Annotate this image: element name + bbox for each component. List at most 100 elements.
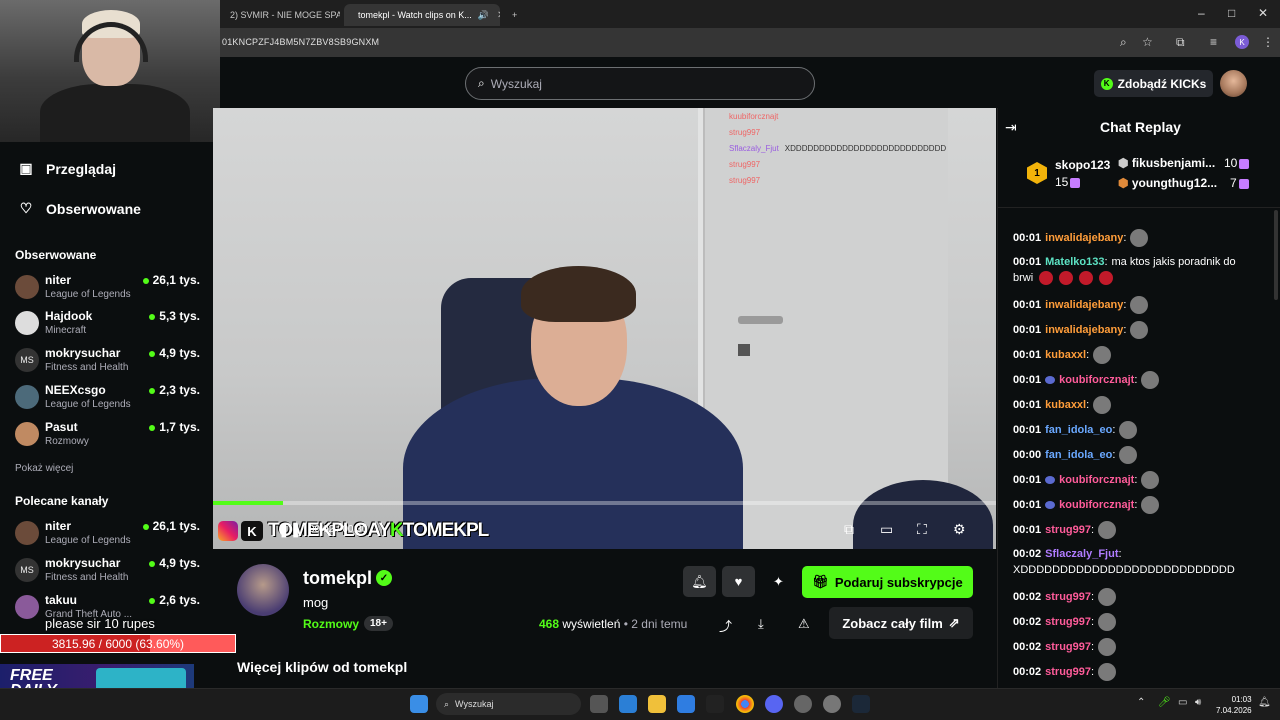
- app-icon-2[interactable]: [794, 695, 812, 713]
- message-username[interactable]: koubiforcznajt: [1059, 474, 1134, 486]
- sidebar-channel-pasut[interactable]: Pasut Rozmowy 1,7 tys.: [15, 420, 200, 454]
- sidebar-channel-neexcsgo[interactable]: NEEXcsgo League of Legends 2,3 tys.: [15, 383, 200, 417]
- extensions-icon[interactable]: ⧉: [1176, 35, 1185, 50]
- message-username[interactable]: kubaxxl: [1045, 399, 1086, 411]
- message-colon: :: [1091, 640, 1095, 653]
- message-username[interactable]: koubiforcznajt: [1059, 374, 1134, 386]
- video-player[interactable]: kuubiforcznajt strug997 Sflaczaly_Fjut XD…: [213, 108, 996, 549]
- sidebar-channel-mokrysuchar[interactable]: MS mokrysuchar Fitness and Health 4,9 ty…: [15, 346, 200, 380]
- chat-scrollbar[interactable]: [1274, 210, 1278, 300]
- theater-mode-icon[interactable]: ▭: [880, 521, 893, 538]
- file-explorer-icon[interactable]: [648, 695, 666, 713]
- top-gifter-1-count: 15: [1055, 175, 1081, 189]
- system-clock[interactable]: 01:03 7.04.2026: [1216, 694, 1252, 716]
- microphone-icon[interactable]: 🎤︎: [1158, 697, 1171, 708]
- chat-message: 00:02 strug997:: [1013, 663, 1258, 681]
- bookmark-star-icon[interactable]: ☆: [1142, 35, 1153, 49]
- pause-icon[interactable]: ❚❚: [278, 521, 301, 538]
- menu-icon[interactable]: ⋮: [1262, 35, 1274, 49]
- url-text[interactable]: 01KNCPZFJ4BM5N7ZBV8SB9GNXM: [222, 37, 379, 47]
- message-username[interactable]: strug997: [1045, 524, 1091, 536]
- message-username[interactable]: strug997: [1045, 641, 1091, 653]
- maximize-button[interactable]: □: [1228, 6, 1235, 20]
- tray-chevron-icon[interactable]: ⌃: [1137, 697, 1145, 708]
- download-icon[interactable]: ⤓: [758, 616, 764, 632]
- share-icon[interactable]: ⤴: [719, 616, 732, 635]
- taskbar-search[interactable]: ⌕ Wyszukaj: [436, 693, 581, 715]
- sidebar-recommended-niter[interactable]: niter League of Legends 26,1 tys.: [15, 519, 200, 553]
- message-username[interactable]: Matelko133: [1045, 256, 1104, 268]
- profile-avatar[interactable]: K: [1235, 35, 1249, 49]
- zoom-icon[interactable]: ⌕: [1120, 35, 1127, 50]
- show-more-link[interactable]: Pokaż więcej: [15, 463, 73, 474]
- speaker-icon[interactable]: 🔊: [478, 10, 489, 21]
- message-username[interactable]: inwalidajebany: [1045, 232, 1123, 244]
- user-avatar[interactable]: [1220, 70, 1247, 97]
- category-link[interactable]: Rozmowy: [303, 617, 359, 631]
- message-username[interactable]: strug997: [1045, 591, 1091, 603]
- video-progress-bar[interactable]: [213, 501, 996, 505]
- viewer-count: 26,1 tys.: [142, 519, 200, 533]
- network-icon[interactable]: ▭: [1178, 697, 1187, 708]
- app-icon[interactable]: [706, 695, 724, 713]
- message-colon: :: [1104, 256, 1108, 268]
- message-username[interactable]: fan_idola_eo: [1045, 449, 1112, 461]
- message-username[interactable]: Sflaczaly_Fjut: [1045, 548, 1118, 560]
- avatar: [15, 311, 39, 335]
- close-tab-icon[interactable]: ✕: [497, 10, 500, 21]
- message-username[interactable]: inwalidajebany: [1045, 299, 1123, 311]
- settings-gear-icon[interactable]: ⚙: [953, 521, 966, 538]
- follow-button[interactable]: ♥: [722, 566, 755, 597]
- more-clips-heading: Więcej klipów od tomekpl: [237, 659, 408, 675]
- top-gifter-2[interactable]: ⬢ fikusbenjami...: [1118, 156, 1215, 170]
- gift-subscription-button[interactable]: 🎁︎ Podaruj subskrypcje: [802, 566, 973, 598]
- sidebar-recommended-mokrysuchar[interactable]: MS mokrysuchar Fitness and Health 4,9 ty…: [15, 556, 200, 590]
- volume-icon[interactable]: 🔊︎: [1195, 697, 1201, 708]
- top-gifter-1[interactable]: skopo123: [1055, 158, 1110, 172]
- sidebar-channel-niter[interactable]: niter League of Legends 26,1 tys.: [15, 273, 200, 307]
- door-lock: [738, 344, 750, 356]
- browser-tab-svmir[interactable]: 2) SVMIR - NIE MOGE SPA... ✕: [222, 4, 340, 26]
- nav-following[interactable]: ♡ Obserwowane: [18, 200, 141, 217]
- channel-avatar[interactable]: [237, 564, 289, 616]
- get-kicks-button[interactable]: K Zdobądź KICKs: [1094, 70, 1213, 97]
- steam-icon[interactable]: [852, 695, 870, 713]
- channel-category: League of Legends: [45, 289, 131, 300]
- new-tab-button[interactable]: +: [504, 4, 525, 26]
- report-icon[interactable]: ⚠: [798, 616, 810, 632]
- discord-icon[interactable]: [765, 695, 783, 713]
- heart-icon: ♡: [19, 200, 33, 216]
- search-input[interactable]: ⌕ Wyszukaj: [465, 67, 815, 100]
- collapse-chat-icon[interactable]: ⇥: [1005, 119, 1017, 136]
- face-emote-icon: [1130, 296, 1149, 314]
- message-username[interactable]: inwalidajebany: [1045, 324, 1123, 336]
- app-icon-3[interactable]: [823, 695, 841, 713]
- message-username[interactable]: strug997: [1045, 666, 1091, 678]
- watch-full-video-button[interactable]: Zobacz cały film ⇗: [829, 607, 973, 639]
- message-username[interactable]: koubiforcznajt: [1059, 499, 1134, 511]
- sparkle-button[interactable]: ✦: [762, 566, 795, 597]
- message-username[interactable]: strug997: [1045, 616, 1091, 628]
- task-view-icon[interactable]: [590, 695, 608, 713]
- windows-start-icon[interactable]: [410, 695, 428, 713]
- pip-icon[interactable]: ⧉: [844, 521, 854, 538]
- store-icon[interactable]: [677, 695, 695, 713]
- notification-bell-icon[interactable]: 🔔︎: [1258, 697, 1271, 708]
- sidebar-channel-hajdook[interactable]: Hajdook Minecraft 5,3 tys.: [15, 309, 200, 343]
- fullscreen-icon[interactable]: ⛶: [917, 521, 927, 538]
- chrome-icon[interactable]: [736, 695, 754, 713]
- top-gifter-3[interactable]: ⬢ youngthug12...: [1118, 176, 1217, 190]
- notifications-button[interactable]: 🔔︎: [683, 566, 716, 597]
- media-icon[interactable]: ≡: [1210, 35, 1217, 49]
- message-username[interactable]: kubaxxl: [1045, 349, 1086, 361]
- chat-message: 00:01 inwalidajebany:: [1013, 229, 1258, 247]
- close-window-button[interactable]: ✕: [1258, 6, 1268, 20]
- message-username[interactable]: fan_idola_eo: [1045, 424, 1112, 436]
- live-dot-icon: [149, 387, 156, 394]
- channel-name[interactable]: tomekpl: [303, 568, 372, 589]
- minimize-button[interactable]: –: [1198, 6, 1205, 20]
- nav-browse[interactable]: ▣ Przeglądaj: [18, 160, 116, 177]
- channel-name: takuu: [45, 593, 78, 607]
- browser-tab-kick[interactable]: tomekpl - Watch clips on K... 🔊 ✕: [344, 4, 500, 26]
- outlook-icon[interactable]: [619, 695, 637, 713]
